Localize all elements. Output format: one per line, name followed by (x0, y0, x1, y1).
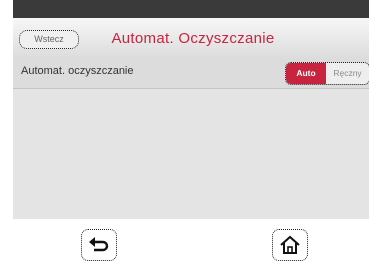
back-button[interactable]: Wstecz (19, 30, 79, 49)
page-title: Automat. Oczyszczanie (111, 30, 275, 47)
home-hardware-button[interactable] (272, 229, 308, 261)
back-hardware-button[interactable] (81, 229, 117, 261)
setting-label: Automat. oczyszczanie (21, 65, 134, 77)
back-arrow-icon (89, 237, 109, 252)
auto-clean-setting-row: Automat. oczyszczanie Auto Ręczny (13, 58, 369, 89)
manual-option[interactable]: Ręczny (326, 63, 369, 84)
home-icon (280, 235, 300, 254)
device-screen: Wstecz Automat. Oczyszczanie Automat. oc… (13, 0, 369, 219)
title-bar: Wstecz Automat. Oczyszczanie (13, 18, 369, 59)
mode-toggle: Auto Ręczny (285, 62, 369, 85)
auto-option[interactable]: Auto (286, 63, 326, 84)
status-bar (13, 0, 369, 18)
